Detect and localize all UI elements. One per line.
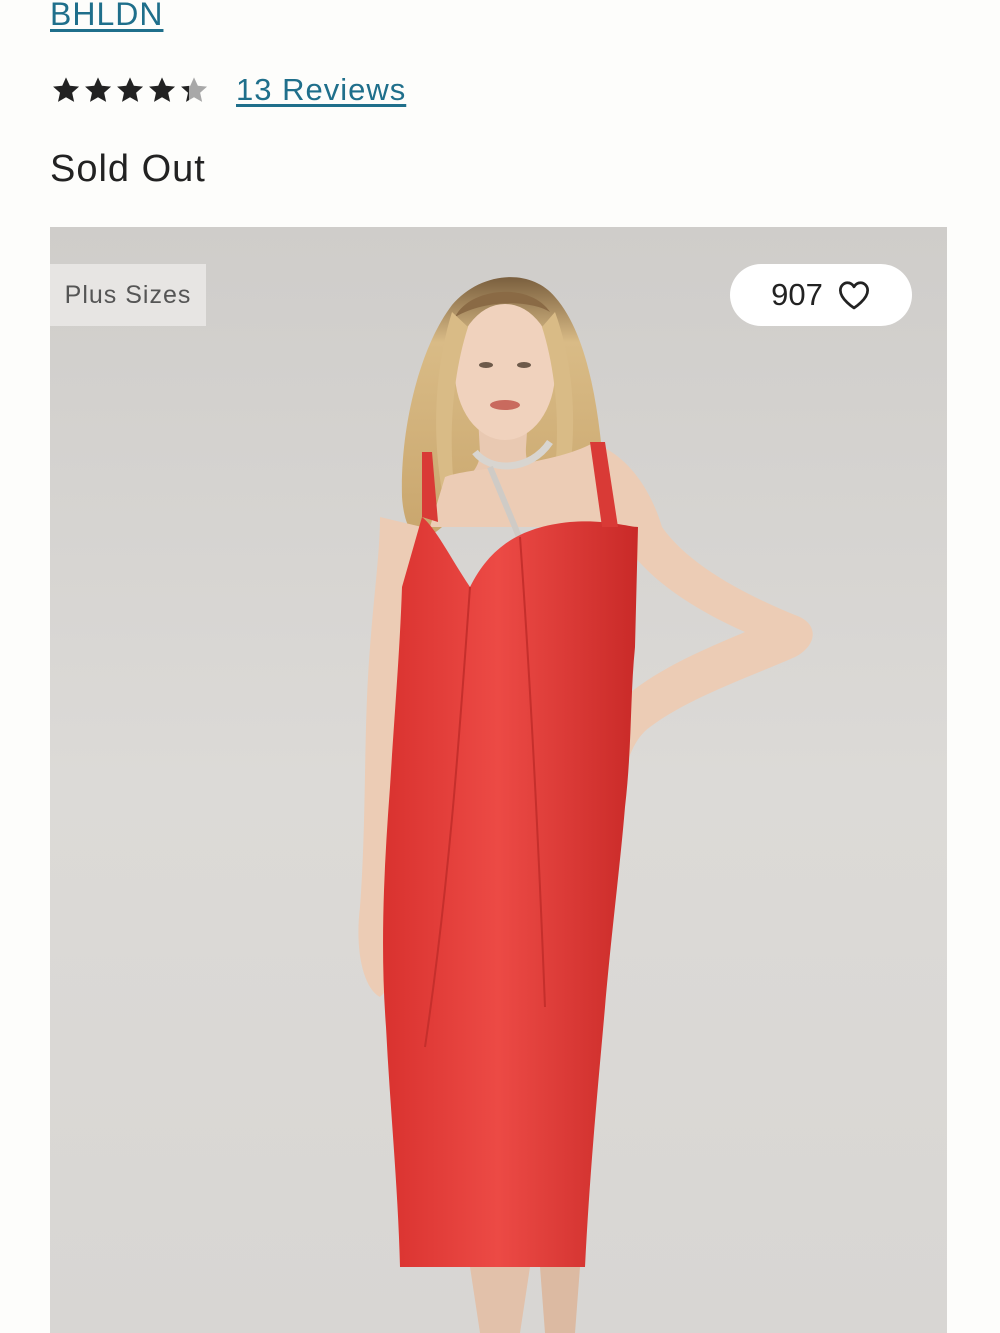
star-icon — [85, 77, 112, 102]
rating-row: 13 Reviews — [50, 68, 406, 112]
star-rating — [50, 74, 210, 106]
brand-link[interactable]: BHLDN — [50, 0, 163, 33]
product-page: BHLDN 13 Reviews Sold Out Plus Sizes 907 — [0, 0, 1000, 1333]
availability-status: Sold Out — [50, 148, 206, 190]
star-icon — [181, 77, 208, 102]
favorite-button[interactable]: 907 — [730, 264, 912, 326]
star-icon — [149, 77, 176, 102]
plus-sizes-badge: Plus Sizes — [50, 264, 206, 326]
heart-icon — [838, 281, 869, 310]
reviews-link[interactable]: 13 Reviews — [236, 72, 406, 108]
star-icon — [53, 77, 80, 102]
favorites-count: 907 — [771, 277, 823, 312]
product-image[interactable] — [50, 227, 947, 1333]
product-image-container[interactable]: Plus Sizes 907 — [50, 227, 947, 1333]
star-icon — [117, 77, 144, 102]
